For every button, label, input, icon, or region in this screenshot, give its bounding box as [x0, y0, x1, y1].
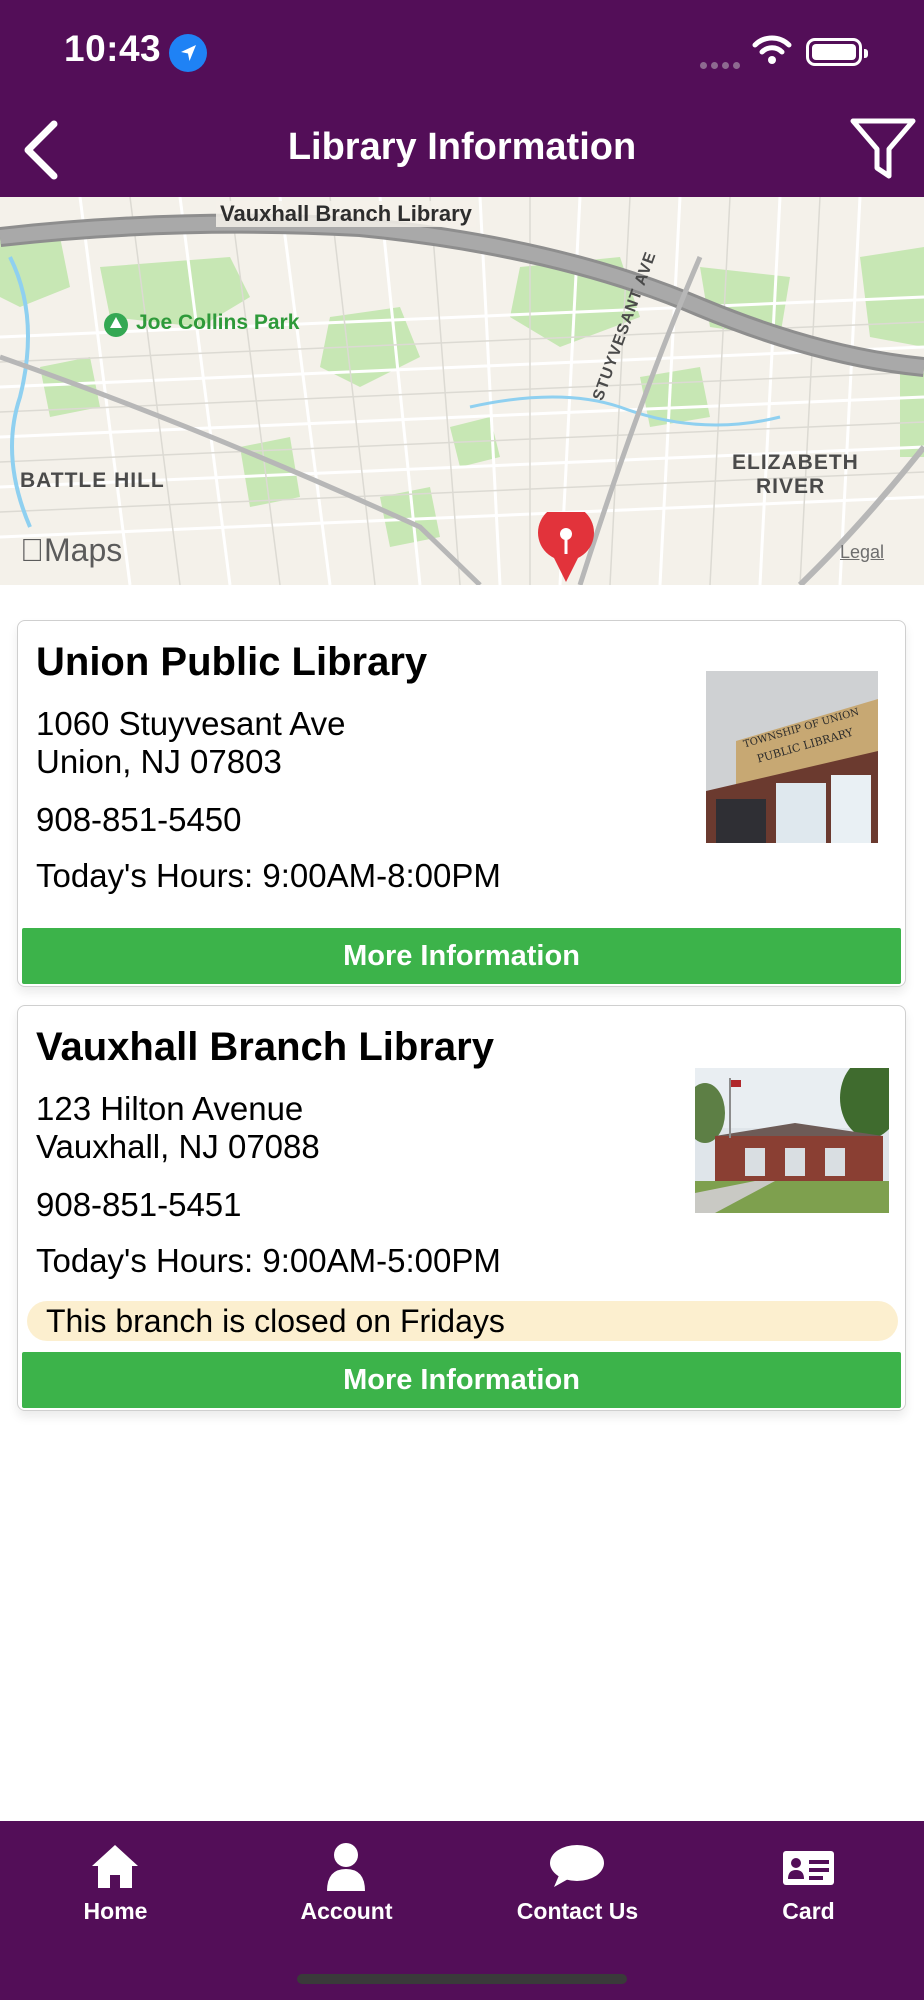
signal-icon	[700, 56, 744, 74]
tab-card[interactable]: Card	[693, 1821, 924, 1941]
address-line2: Union, NJ 07803	[36, 743, 282, 780]
more-information-button[interactable]: More Information	[22, 928, 901, 984]
map-pin-icon[interactable]	[536, 512, 596, 584]
library-photo-vauxhall	[685, 1058, 900, 1213]
home-indicator[interactable]	[297, 1974, 627, 1984]
todays-hours: Today's Hours: 9:00AM-8:00PM	[36, 857, 501, 894]
tab-contact-us[interactable]: Contact Us	[462, 1821, 693, 1941]
battery-icon	[806, 38, 868, 66]
account-icon	[231, 1835, 462, 1895]
tab-card-label: Card	[782, 1898, 835, 1924]
library-map[interactable]: Vauxhall Branch Library Joe Collins Park…	[0, 197, 924, 585]
tab-home-label: Home	[83, 1898, 148, 1924]
library-name: Vauxhall Branch Library	[36, 1025, 494, 1069]
tab-contact-us-label: Contact Us	[516, 1898, 639, 1924]
id-card-icon	[693, 1835, 924, 1895]
location-arrow-icon	[169, 34, 207, 72]
map-label-park: Joe Collins Park	[136, 311, 300, 334]
map-label-vauxhall: Vauxhall Branch Library	[216, 201, 476, 227]
filter-icon	[850, 118, 916, 179]
tab-account[interactable]: Account	[231, 1821, 462, 1941]
apple-logo-icon: 	[20, 532, 44, 568]
todays-hours: Today's Hours: 9:00AM-5:00PM	[36, 1242, 501, 1279]
map-label-river: RIVER	[756, 475, 826, 498]
map-graphics	[0, 197, 924, 585]
phone-number[interactable]: 908-851-5451	[36, 1186, 242, 1224]
page-title: Library Information	[287, 126, 637, 168]
closure-notice-text: This branch is closed on Fridays	[46, 1303, 505, 1339]
library-photo-union: TOWNSHIP OF UNION PUBLIC LIBRARY	[706, 671, 878, 843]
wifi-icon	[752, 34, 792, 71]
tab-account-label: Account	[300, 1898, 393, 1924]
map-legal-link[interactable]: Legal	[840, 542, 884, 563]
map-label-elizabeth: ELIZABETH	[732, 451, 859, 474]
closure-notice: This branch is closed on Fridays	[27, 1301, 898, 1341]
filter-button[interactable]	[848, 116, 918, 182]
tab-home[interactable]: Home	[0, 1821, 231, 1941]
top-bar: 10:43 Library Information	[0, 0, 924, 197]
library-card-union: Union Public Library 1060 Stuyvesant Ave…	[17, 620, 906, 987]
map-label-battle-hill: BATTLE HILL	[20, 469, 165, 492]
status-time: 10:43	[64, 28, 162, 69]
address-line1: 123 Hilton Avenue	[36, 1090, 304, 1127]
apple-maps-logo: Maps	[20, 532, 122, 569]
more-information-button[interactable]: More Information	[22, 1352, 901, 1408]
address-line1: 1060 Stuyvesant Ave	[36, 705, 346, 742]
phone-number[interactable]: 908-851-5450	[36, 801, 242, 839]
library-name: Union Public Library	[36, 640, 428, 684]
home-icon	[0, 1835, 231, 1895]
address-line2: Vauxhall, NJ 07088	[36, 1128, 320, 1165]
maps-attribution: Maps	[20, 532, 122, 568]
chat-bubble-icon	[462, 1835, 693, 1895]
library-card-vauxhall: Vauxhall Branch Library 123 Hilton Avenu…	[17, 1005, 906, 1411]
library-info-screen: 10:43 Library Information Vauxhall Branc…	[0, 0, 924, 2000]
